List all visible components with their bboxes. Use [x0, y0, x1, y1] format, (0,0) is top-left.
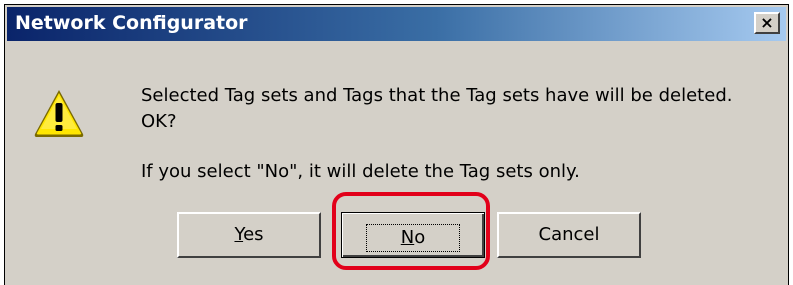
cancel-label: Cancel — [538, 224, 600, 245]
cancel-button[interactable]: Cancel — [497, 212, 641, 258]
message-line-2: OK? — [141, 111, 177, 132]
message-line-1: Selected Tag sets and Tags that the Tag … — [141, 85, 733, 106]
yes-accelerator: Y — [234, 224, 244, 245]
message-line-3: If you select "No", it will delete the T… — [141, 161, 580, 182]
no-button[interactable]: No — [341, 212, 485, 258]
close-icon: × — [760, 13, 774, 32]
no-accelerator: N — [400, 227, 415, 248]
close-button[interactable]: × — [754, 12, 780, 34]
warning-icon — [34, 90, 84, 137]
dialog-title: Network Configurator — [15, 12, 248, 34]
title-bar[interactable]: Network Configurator × — [7, 7, 786, 41]
no-label-rest: o — [414, 227, 426, 248]
dialog-window: Network Configurator × Selected Tag sets… — [4, 4, 789, 285]
yes-label-rest: es — [243, 224, 264, 245]
focus-rectangle: No — [365, 224, 461, 252]
yes-button[interactable]: Yes — [177, 212, 321, 258]
